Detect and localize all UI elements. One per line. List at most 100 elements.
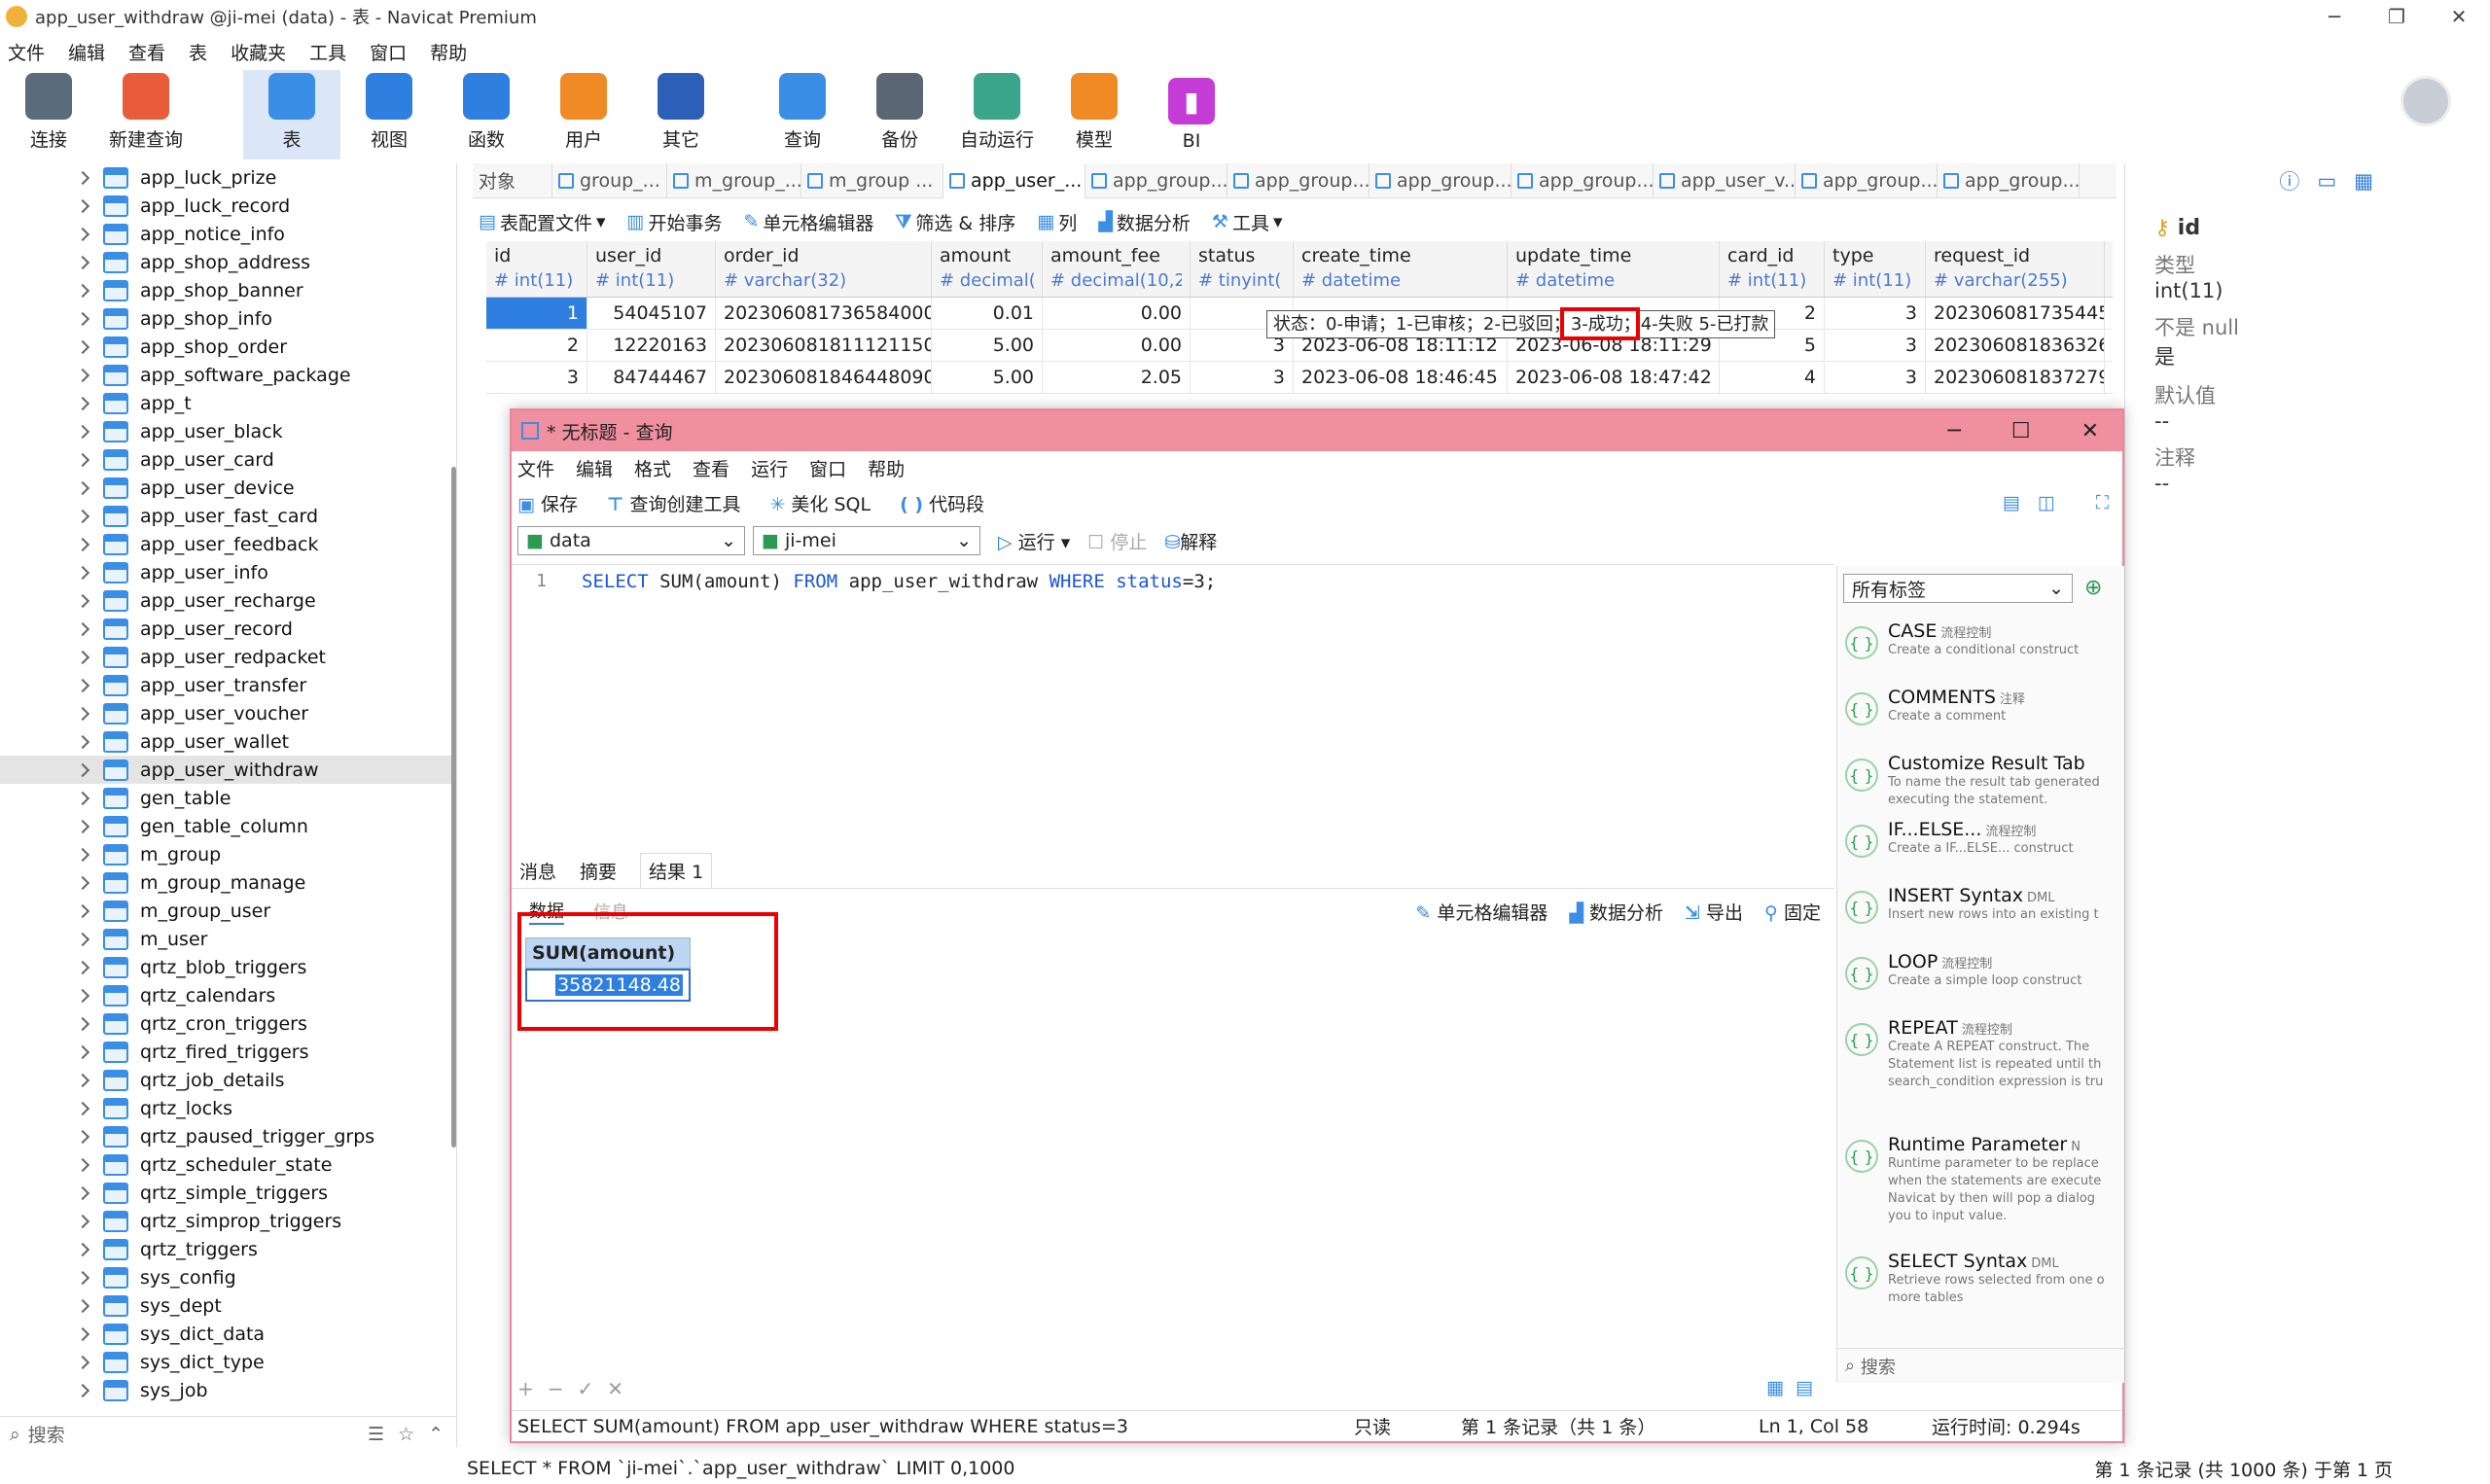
sql-code[interactable]: SELECT SUM(amount) FROM app_user_withdra…	[582, 571, 1216, 592]
columns-button[interactable]: ▦ 列	[1037, 209, 1090, 235]
tree-item[interactable]: qrtz_blob_triggers	[0, 953, 456, 981]
qmenu-format[interactable]: 格式	[634, 455, 693, 481]
data-analysis-button[interactable]: ▟ 数据分析	[1098, 209, 1204, 235]
tree-item[interactable]: qrtz_scheduler_state	[0, 1150, 456, 1179]
database-select[interactable]: ■ ji-mei ⌄	[753, 526, 980, 555]
tree-scrollbar[interactable]	[451, 467, 456, 1148]
chevron-right-icon[interactable]	[75, 791, 90, 805]
form-view-icon[interactable]: ▤	[1796, 1377, 1813, 1398]
column-header-id[interactable]: id # int(11)	[486, 241, 587, 297]
toolbar-plug-button[interactable]: 连接	[0, 70, 97, 159]
toolbar-backup-button[interactable]: 备份	[851, 70, 948, 159]
add-snippet-icon[interactable]: ⊕	[2084, 576, 2102, 600]
object-tab[interactable]: app_group...	[1938, 162, 2080, 198]
column-header-user_id[interactable]: user_id # int(11)	[587, 241, 716, 297]
chevron-right-icon[interactable]	[75, 988, 90, 1003]
chevron-right-icon[interactable]	[75, 1242, 90, 1256]
tree-item[interactable]: app_user_fast_card	[0, 502, 456, 530]
tree-item[interactable]: app_user_card	[0, 445, 456, 474]
table-cell[interactable]: 2023060817354457	[1926, 298, 2105, 329]
object-tab[interactable]: app_group...	[1085, 162, 1227, 198]
tree-item[interactable]: qrtz_simprop_triggers	[0, 1207, 456, 1235]
toolbar-query-button[interactable]: 查询	[754, 70, 851, 159]
object-tab[interactable]: app_group...	[1512, 162, 1654, 198]
sql-editor[interactable]: 1 SELECT SUM(amount) FROM app_user_withd…	[512, 564, 1834, 846]
table-cell[interactable]: 3	[1825, 362, 1926, 393]
tree-item[interactable]: app_user_transfer	[0, 671, 456, 699]
tree-search[interactable]: ⌕ 搜索 ☰ ☆ ⌃	[0, 1416, 457, 1451]
chevron-right-icon[interactable]	[75, 509, 90, 523]
chevron-right-icon[interactable]	[75, 1101, 90, 1115]
chevron-right-icon[interactable]	[75, 1129, 90, 1144]
run-button[interactable]: ▷ 运行 ▾	[998, 528, 1070, 554]
snippet-tag-select[interactable]: 所有标签 ⌄	[1843, 574, 2073, 603]
object-tab[interactable]: app_group...	[1227, 162, 1370, 198]
menu-view[interactable]: 查看	[121, 39, 181, 65]
snippet-search[interactable]: ⌕ 搜索	[1837, 1348, 2125, 1383]
discard-icon[interactable]: ✕	[607, 1377, 623, 1400]
qmenu-help[interactable]: 帮助	[868, 455, 926, 481]
tree-item[interactable]: qrtz_calendars	[0, 981, 456, 1009]
tree-item[interactable]: m_group_manage	[0, 868, 456, 897]
explain-button[interactable]: ⛁解释	[1164, 528, 1217, 554]
tree-item[interactable]: app_shop_address	[0, 248, 456, 276]
qmenu-view[interactable]: 查看	[693, 455, 751, 481]
qmenu-window[interactable]: 窗口	[809, 455, 868, 481]
tools-button[interactable]: ⚒ 工具 ▾	[1212, 209, 1297, 235]
toolbar-view-button[interactable]: 视图	[340, 70, 438, 159]
tree-item[interactable]: app_user_feedback	[0, 530, 456, 558]
query-builder-button[interactable]: ⊤ 查询创建工具	[607, 490, 740, 516]
star-icon[interactable]: ☆	[398, 1424, 414, 1445]
tree-item[interactable]: sys_dept	[0, 1291, 456, 1320]
table-cell[interactable]: 0.00	[1043, 330, 1191, 361]
chevron-right-icon[interactable]	[75, 903, 90, 918]
chevron-right-icon[interactable]	[75, 1157, 90, 1172]
chevron-right-icon[interactable]	[75, 1298, 90, 1313]
table-cell[interactable]: 2023-06-08 18:46:45	[1294, 362, 1508, 393]
menu-window[interactable]: 窗口	[362, 39, 422, 65]
menu-favorites[interactable]: 收藏夹	[223, 39, 302, 65]
tree-item[interactable]: qrtz_fired_triggers	[0, 1038, 456, 1066]
toolbar-model-button[interactable]: 模型	[1046, 70, 1143, 159]
column-header-card_id[interactable]: card_id # int(11)	[1720, 241, 1825, 297]
code-snippet-button[interactable]: ( ) 代码段	[900, 490, 984, 516]
chevron-right-icon[interactable]	[75, 1016, 90, 1031]
chevron-right-icon[interactable]	[75, 847, 90, 862]
toolbar-table-button[interactable]: 表	[243, 70, 340, 159]
tree-item[interactable]: sys_dict_type	[0, 1348, 456, 1376]
object-tab[interactable]: app_group...	[1370, 162, 1512, 198]
tab-result-1[interactable]: 结果 1	[640, 853, 713, 888]
filter-sort-button[interactable]: ⧩ 筛选 & 排序	[895, 209, 1029, 235]
tree-item[interactable]: gen_table_column	[0, 812, 456, 840]
result-cell-editor-button[interactable]: ✎ 单元格编辑器	[1415, 899, 1547, 925]
chevron-right-icon[interactable]	[75, 1185, 90, 1200]
chevron-right-icon[interactable]	[75, 1214, 90, 1228]
cell-editor-button[interactable]: ✎ 单元格编辑器	[743, 209, 887, 235]
restore-button[interactable]: ❐	[2366, 0, 2428, 33]
table-cell[interactable]: 2.05	[1043, 362, 1191, 393]
tree-item[interactable]: app_user_device	[0, 474, 456, 502]
menu-tools[interactable]: 工具	[302, 39, 362, 65]
menu-help[interactable]: 帮助	[422, 39, 482, 65]
delete-row-icon[interactable]: −	[548, 1377, 564, 1400]
snippet-item[interactable]: { } INSERT Syntax DML Insert new rows into …	[1837, 877, 2124, 943]
chevron-right-icon[interactable]	[75, 1383, 90, 1397]
tree-item[interactable]: app_user_redpacket	[0, 643, 456, 671]
ddl-icon[interactable]: ▭	[2317, 169, 2336, 193]
column-header-order_id[interactable]: order_id # varchar(32)	[716, 241, 932, 297]
chevron-right-icon[interactable]	[75, 593, 90, 608]
table-cell[interactable]: 1	[486, 298, 587, 329]
table-cell[interactable]: 2023-06-08 18:47:42	[1508, 362, 1720, 393]
chevron-right-icon[interactable]	[75, 255, 90, 269]
chevron-right-icon[interactable]	[75, 170, 90, 185]
chevron-right-icon[interactable]	[75, 537, 90, 551]
object-tab[interactable]: app_user_v...	[1654, 162, 1796, 198]
info-icon[interactable]: ⓘ	[2279, 166, 2299, 195]
tree-item[interactable]: app_notice_info	[0, 220, 456, 248]
chevron-right-icon[interactable]	[75, 960, 90, 974]
tree-item[interactable]: app_luck_prize	[0, 163, 456, 192]
chevron-right-icon[interactable]	[75, 678, 90, 692]
toolbar-new-query-button[interactable]: 新建查询	[97, 70, 195, 159]
chevron-right-icon[interactable]	[75, 227, 90, 241]
table-cell[interactable]: 3	[1825, 330, 1926, 361]
